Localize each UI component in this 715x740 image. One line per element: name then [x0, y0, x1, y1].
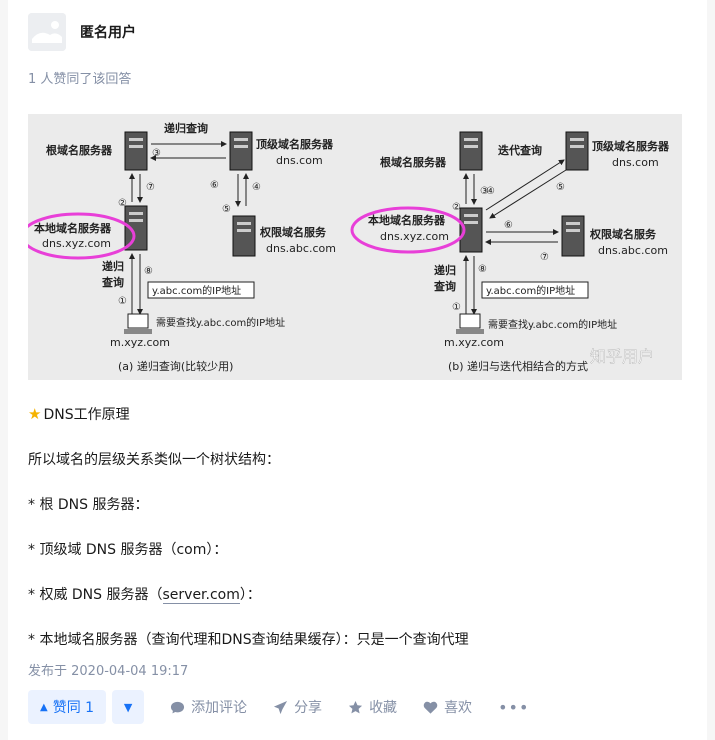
right-step-4: ④	[486, 186, 495, 197]
comment-button[interactable]: 添加评论	[170, 697, 247, 717]
left-recursive-side-2: 查询	[102, 275, 124, 289]
left-recursive-label: 递归查询	[164, 121, 208, 135]
left-tld-domain: dns.com	[276, 154, 323, 167]
paragraph-4: * 权威 DNS 服务器（server.com）：	[28, 585, 688, 605]
paragraph-4-suffix: ）：	[239, 587, 261, 603]
left-host-label: m.xyz.com	[110, 336, 170, 349]
right-tld-domain: dns.com	[612, 156, 659, 169]
right-step-6: ⑥	[504, 220, 513, 231]
right-step-1: ①	[452, 302, 461, 313]
heart-icon	[423, 700, 438, 715]
right-answer-text: y.abc.com的IP地址	[486, 284, 575, 297]
left-need-text: 需要查找y.abc.com的IP地址	[156, 316, 285, 329]
right-tld-server-label: 顶级域名服务器	[592, 139, 670, 153]
left-auth-domain: dns.abc.com	[266, 242, 336, 255]
right-auth-domain: dns.abc.com	[598, 244, 668, 257]
left-step-3: ③	[152, 148, 161, 159]
author-header: 匿名用户	[28, 12, 136, 52]
right-root-server-icon	[459, 131, 483, 171]
share-label: 分享	[294, 700, 323, 716]
left-step-6: ⑥	[210, 180, 219, 191]
downvote-button[interactable]: ▼	[112, 690, 145, 724]
heading-text: DNS工作原理	[43, 407, 130, 423]
right-tld-server-icon	[565, 131, 589, 171]
upvote-label: 赞同 1	[52, 700, 95, 716]
favorite-button[interactable]: 收藏	[348, 697, 397, 717]
left-recursive-side-1: 递归	[102, 259, 124, 273]
triangle-down-icon: ▼	[123, 700, 133, 714]
heading-line: ★ DNS工作原理	[28, 404, 688, 425]
left-step-2: ②	[118, 198, 127, 209]
watermark: 知乎用户	[590, 347, 654, 366]
left-tld-server-label: 顶级域名服务器	[256, 137, 334, 151]
right-need-text: 需要查找y.abc.com的IP地址	[488, 318, 617, 331]
paragraph-1: 所以域名的层级关系类似一个树状结构：	[28, 452, 280, 468]
left-root-server-label: 根域名服务器	[46, 143, 113, 157]
right-step-8: ⑧	[478, 264, 487, 275]
action-bar: ▲ 赞同 1 ▼ 添加评论 分享 收藏 喜欢 •••	[28, 690, 529, 724]
share-button[interactable]: 分享	[273, 697, 322, 717]
left-step-1: ①	[118, 296, 127, 307]
right-caption: (b) 递归与迭代相结合的方式	[448, 359, 588, 373]
paragraph-5: * 本地域名服务器（查询代理和DNS查询结果缓存）：只是一个查询代理	[28, 632, 469, 648]
more-options-icon[interactable]: •••	[498, 698, 529, 717]
right-step-2: ②	[452, 202, 461, 213]
right-root-server-label: 根域名服务器	[380, 155, 447, 169]
left-tld-server-icon	[229, 131, 253, 171]
author-name[interactable]: 匿名用户	[80, 22, 136, 42]
left-step-8: ⑧	[144, 266, 153, 277]
left-caption: (a) 递归查询(比较少用)	[118, 359, 233, 373]
right-recursive-side-2: 查询	[434, 279, 456, 293]
left-step-7: ⑦	[146, 182, 155, 193]
right-recursive-side-1: 递归	[434, 263, 456, 277]
left-step-4: ④	[252, 182, 261, 193]
left-answer-text: y.abc.com的IP地址	[152, 284, 241, 297]
star-outline-icon	[348, 700, 363, 715]
right-local-domain: dns.xyz.com	[380, 230, 449, 243]
publish-date[interactable]: 发布于 2020-04-04 19:17	[28, 660, 188, 679]
right-auth-server-label: 权限域名服务	[589, 227, 657, 241]
server-link[interactable]: server.com	[162, 587, 240, 604]
right-step-7: ⑦	[540, 252, 549, 263]
dns-diagram-image: 根域名服务器 顶级域名服务器 dns.com 递归查询 ③ ⑥ 本地域名服务器 …	[28, 114, 682, 380]
left-local-domain: dns.xyz.com	[42, 237, 111, 250]
paragraph-4-prefix: * 权威 DNS 服务器（	[28, 587, 163, 603]
left-step-5: ⑤	[222, 204, 231, 215]
right-host-computer-icon	[459, 313, 481, 329]
left-host-computer-icon	[127, 313, 149, 329]
left-local-server-label: 本地域名服务器	[34, 221, 112, 235]
paragraph-2: * 根 DNS 服务器：	[28, 497, 149, 513]
comment-label: 添加评论	[191, 700, 248, 716]
paragraph-3: * 顶级域 DNS 服务器（com）：	[28, 542, 228, 558]
triangle-up-icon: ▲	[40, 701, 48, 713]
anonymous-avatar-icon	[28, 13, 66, 51]
like-button[interactable]: 喜欢	[423, 697, 472, 717]
right-local-server-label: 本地域名服务器	[368, 213, 446, 227]
left-root-server-icon	[124, 131, 148, 171]
comment-icon	[170, 700, 185, 715]
upvote-button[interactable]: ▲ 赞同 1	[28, 690, 107, 724]
like-label: 喜欢	[444, 700, 473, 716]
avatar[interactable]	[28, 13, 66, 51]
star-icon: ★	[28, 405, 42, 423]
share-icon	[273, 700, 288, 715]
right-step-5: ⑤	[556, 182, 565, 193]
favorite-label: 收藏	[369, 700, 398, 716]
vote-summary: 1 人赞同了该回答	[28, 72, 132, 87]
right-iterative-label: 迭代查询	[498, 143, 542, 157]
left-auth-server-label: 权限域名服务	[259, 225, 327, 239]
right-host-label: m.xyz.com	[444, 336, 504, 349]
answer-card: 匿名用户 1 人赞同了该回答 根域名服务器 顶级域名服务器 dns.com 递归…	[8, 0, 707, 740]
